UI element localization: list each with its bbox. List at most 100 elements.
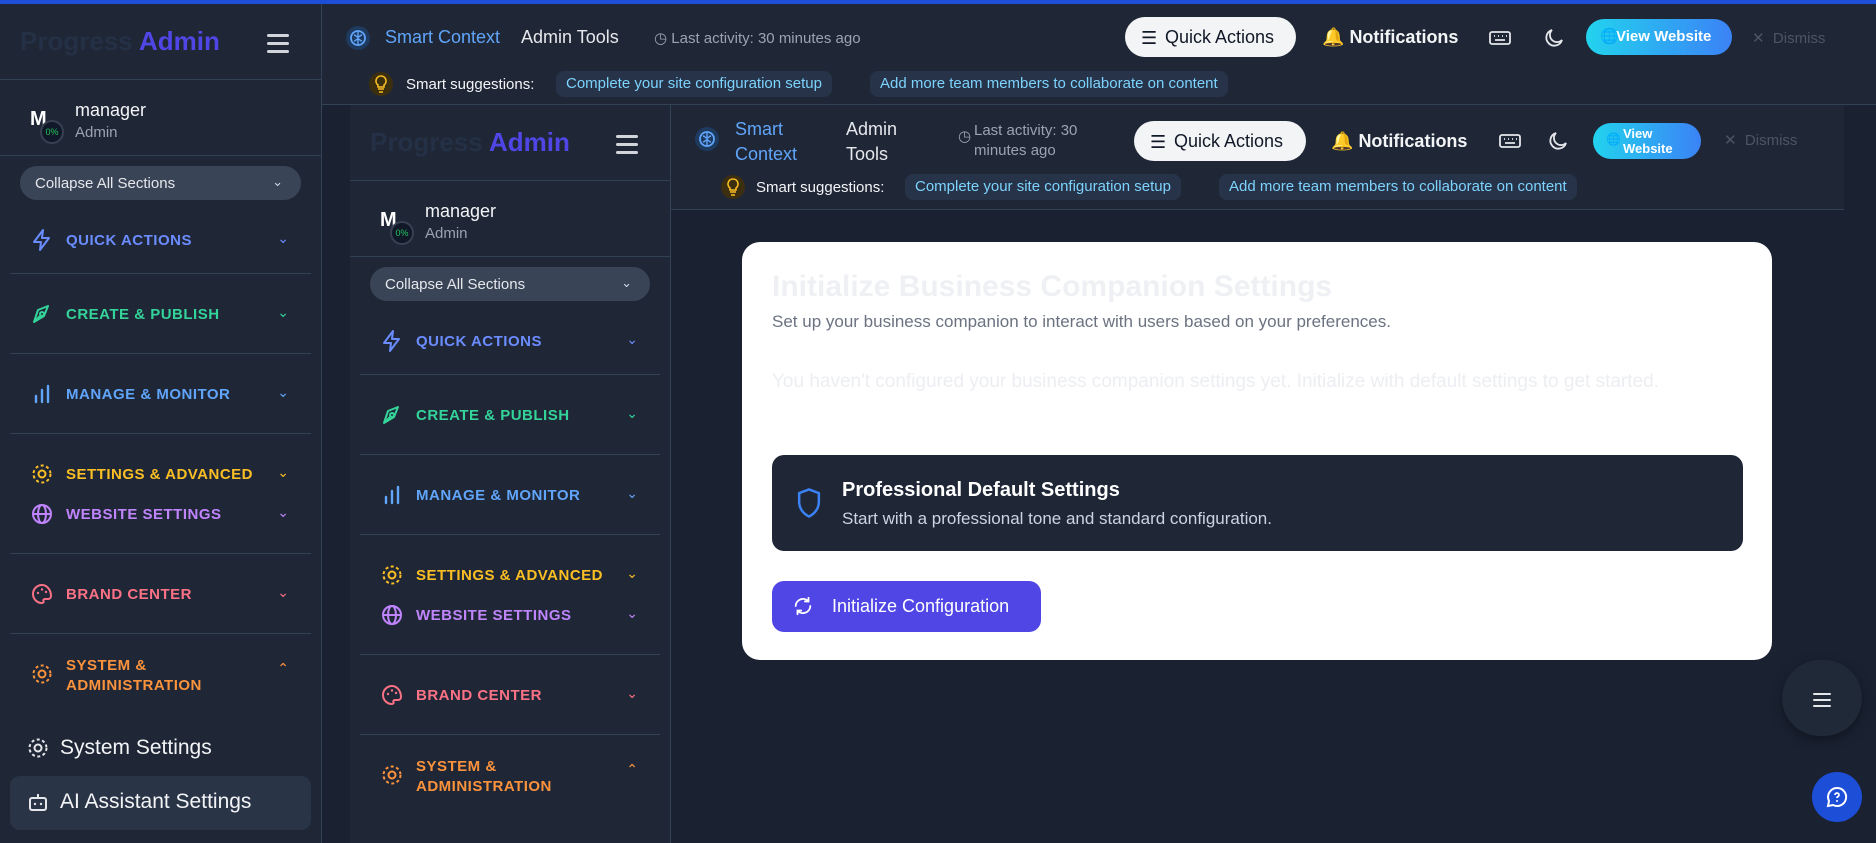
logo-progress-text: Progress <box>370 127 483 157</box>
suggestion-chip[interactable]: Complete your site configuration setup <box>905 174 1181 200</box>
sidebar-section-settings-advanced[interactable]: SETTINGS & ADVANCED ⌄ <box>10 434 311 494</box>
section-label-line2: ADMINISTRATION <box>416 778 552 795</box>
keyboard-icon[interactable] <box>1498 129 1522 153</box>
section-label: MANAGE & MONITOR <box>66 386 231 403</box>
gear-icon <box>28 738 48 758</box>
avatar: M 0% <box>378 205 414 245</box>
admin-tools-line1: Admin <box>846 119 898 139</box>
chevron-down-icon: ⌄ <box>277 504 289 520</box>
suggestion-chip[interactable]: Complete your site configuration setup <box>556 71 832 97</box>
brain-icon <box>346 26 370 50</box>
chevron-down-icon: ⌄ <box>626 485 638 501</box>
suggestion-chip[interactable]: Add more team members to collaborate on … <box>1219 174 1577 200</box>
notifications-button[interactable]: 🔔 Notifications <box>1331 131 1467 152</box>
notifications-label: Notifications <box>1358 131 1468 151</box>
sidebar-section-settings-advanced[interactable]: SETTINGS & ADVANCED ⌄ <box>360 535 660 595</box>
initialize-configuration-button[interactable]: Initialize Configuration <box>772 581 1041 632</box>
chevron-down-icon: ⌄ <box>626 331 638 347</box>
sidebar-section-quick-actions[interactable]: QUICK ACTIONS ⌄ <box>10 200 311 274</box>
sidebar-section-manage-monitor[interactable]: MANAGE & MONITOR ⌄ <box>360 455 660 535</box>
sidebar-item-ai-assistant-settings[interactable]: AI Assistant Settings <box>10 776 311 830</box>
section-label: WEBSITE SETTINGS <box>66 506 222 523</box>
chevron-up-icon: ⌃ <box>277 660 289 676</box>
sidebar-item-system-settings[interactable]: System Settings <box>0 722 321 776</box>
sidebar: Progress Admin M 0% manager Admin Collap… <box>0 4 322 843</box>
quick-actions-button[interactable]: ☰ Quick Actions <box>1125 17 1296 57</box>
floating-menu-button[interactable] <box>1782 660 1862 736</box>
smart-context-label[interactable]: Smart Context <box>385 27 500 48</box>
view-website-line2: Website <box>1623 141 1673 156</box>
sidebar-item-label: AI Assistant Settings <box>60 790 252 813</box>
sidebar-section-brand-center[interactable]: BRAND CENTER ⌄ <box>360 655 660 735</box>
keyboard-icon[interactable] <box>1488 26 1512 50</box>
smart-context-label[interactable]: Smart Context <box>735 117 797 167</box>
section-label: BRAND CENTER <box>416 687 542 704</box>
dismiss-button[interactable]: ✕ Dismiss <box>1752 29 1825 47</box>
default-settings-option[interactable]: Professional Default Settings Start with… <box>772 455 1743 551</box>
user-role: Admin <box>425 225 468 242</box>
close-icon: ✕ <box>1724 132 1745 149</box>
card-subtitle: Set up your business companion to intera… <box>772 312 1391 331</box>
collapse-all-button[interactable]: Collapse All Sections ⌄ <box>370 267 650 301</box>
sidebar-section-brand-center[interactable]: BRAND CENTER ⌄ <box>10 554 311 634</box>
card-note: You haven't configured your business com… <box>772 371 1659 392</box>
robot-icon <box>29 794 47 811</box>
chevron-down-icon: ⌄ <box>626 565 638 581</box>
section-label: MANAGE & MONITOR <box>416 487 581 504</box>
dismiss-button[interactable]: ✕ Dismiss <box>1724 131 1797 149</box>
smart-context-line2: Context <box>735 144 798 164</box>
help-chat-button[interactable] <box>1812 772 1862 822</box>
user-profile[interactable]: M 0% manager Admin <box>350 181 670 257</box>
chevron-down-icon: ⌄ <box>272 174 283 189</box>
help-chat-icon <box>1826 786 1848 808</box>
companion-settings-card: Initialize Business Companion Settings S… <box>742 242 1772 660</box>
lightbulb-icon <box>721 175 745 199</box>
top-bar: Smart Context Admin Tools ◷ Last activit… <box>322 4 1876 105</box>
logo-admin-text: Admin <box>139 26 220 56</box>
globe-icon <box>382 605 402 625</box>
sidebar-section-create-publish[interactable]: CREATE & PUBLISH ⌄ <box>10 274 311 354</box>
quick-actions-button[interactable]: ☰ Quick Actions <box>1134 121 1306 161</box>
chevron-down-icon: ⌄ <box>277 384 289 400</box>
sidebar-section-manage-monitor[interactable]: MANAGE & MONITOR ⌄ <box>10 354 311 434</box>
admin-tools-label[interactable]: Admin Tools <box>521 27 619 48</box>
last-activity-line2: minutes ago <box>974 142 1056 159</box>
sidebar-section-website-settings[interactable]: WEBSITE SETTINGS ⌄ <box>360 595 660 655</box>
logo[interactable]: Progress Admin <box>20 26 220 57</box>
section-label-line2: ADMINISTRATION <box>66 677 202 694</box>
gear-icon <box>382 765 402 785</box>
lightning-icon <box>383 330 400 352</box>
clock-icon: ◷ <box>958 128 972 145</box>
sidebar-section-system-admin[interactable]: SYSTEM & ADMINISTRATION ⌃ <box>10 634 311 722</box>
progress-ring: 0% <box>40 120 64 144</box>
default-settings-title: Professional Default Settings <box>842 479 1120 501</box>
suggestion-chip[interactable]: Add more team members to collaborate on … <box>870 71 1228 97</box>
moon-icon[interactable] <box>1546 129 1570 153</box>
logo[interactable]: Progress Admin <box>370 127 570 158</box>
card-title: Initialize Business Companion Settings <box>772 270 1333 303</box>
menu-toggle-icon[interactable] <box>267 34 289 58</box>
last-activity-line1: Last activity: 30 <box>974 122 1078 139</box>
admin-tools-label[interactable]: Admin Tools <box>846 117 897 167</box>
view-website-button[interactable]: 🌐 View Website <box>1593 123 1701 159</box>
dismiss-label: Dismiss <box>1772 30 1826 47</box>
user-profile[interactable]: M 0% manager Admin <box>0 80 321 156</box>
notifications-button[interactable]: 🔔 Notifications <box>1322 27 1458 48</box>
sidebar-section-website-settings[interactable]: WEBSITE SETTINGS ⌄ <box>10 494 311 554</box>
moon-icon[interactable] <box>1542 26 1566 50</box>
admin-tools-line2: Tools <box>846 144 889 164</box>
sidebar-section-quick-actions[interactable]: QUICK ACTIONS ⌄ <box>360 301 660 375</box>
sidebar-brand: Progress Admin <box>350 105 670 181</box>
view-website-label: View Website <box>1616 28 1712 45</box>
sidebar-section-create-publish[interactable]: CREATE & PUBLISH ⌄ <box>360 375 660 455</box>
view-website-button[interactable]: 🌐 View Website <box>1586 19 1732 55</box>
collapse-all-button[interactable]: Collapse All Sections ⌄ <box>20 166 301 200</box>
sidebar-section-system-admin[interactable]: SYSTEM & ADMINISTRATION ⌃ <box>360 735 660 823</box>
palette-icon <box>382 684 403 706</box>
menu-toggle-icon[interactable] <box>616 135 638 159</box>
logo-admin-text: Admin <box>489 127 570 157</box>
quick-actions-label: Quick Actions <box>1174 131 1284 151</box>
section-label-line1: SYSTEM & <box>416 758 497 775</box>
section-label: QUICK ACTIONS <box>416 333 542 350</box>
refresh-icon <box>794 596 812 616</box>
